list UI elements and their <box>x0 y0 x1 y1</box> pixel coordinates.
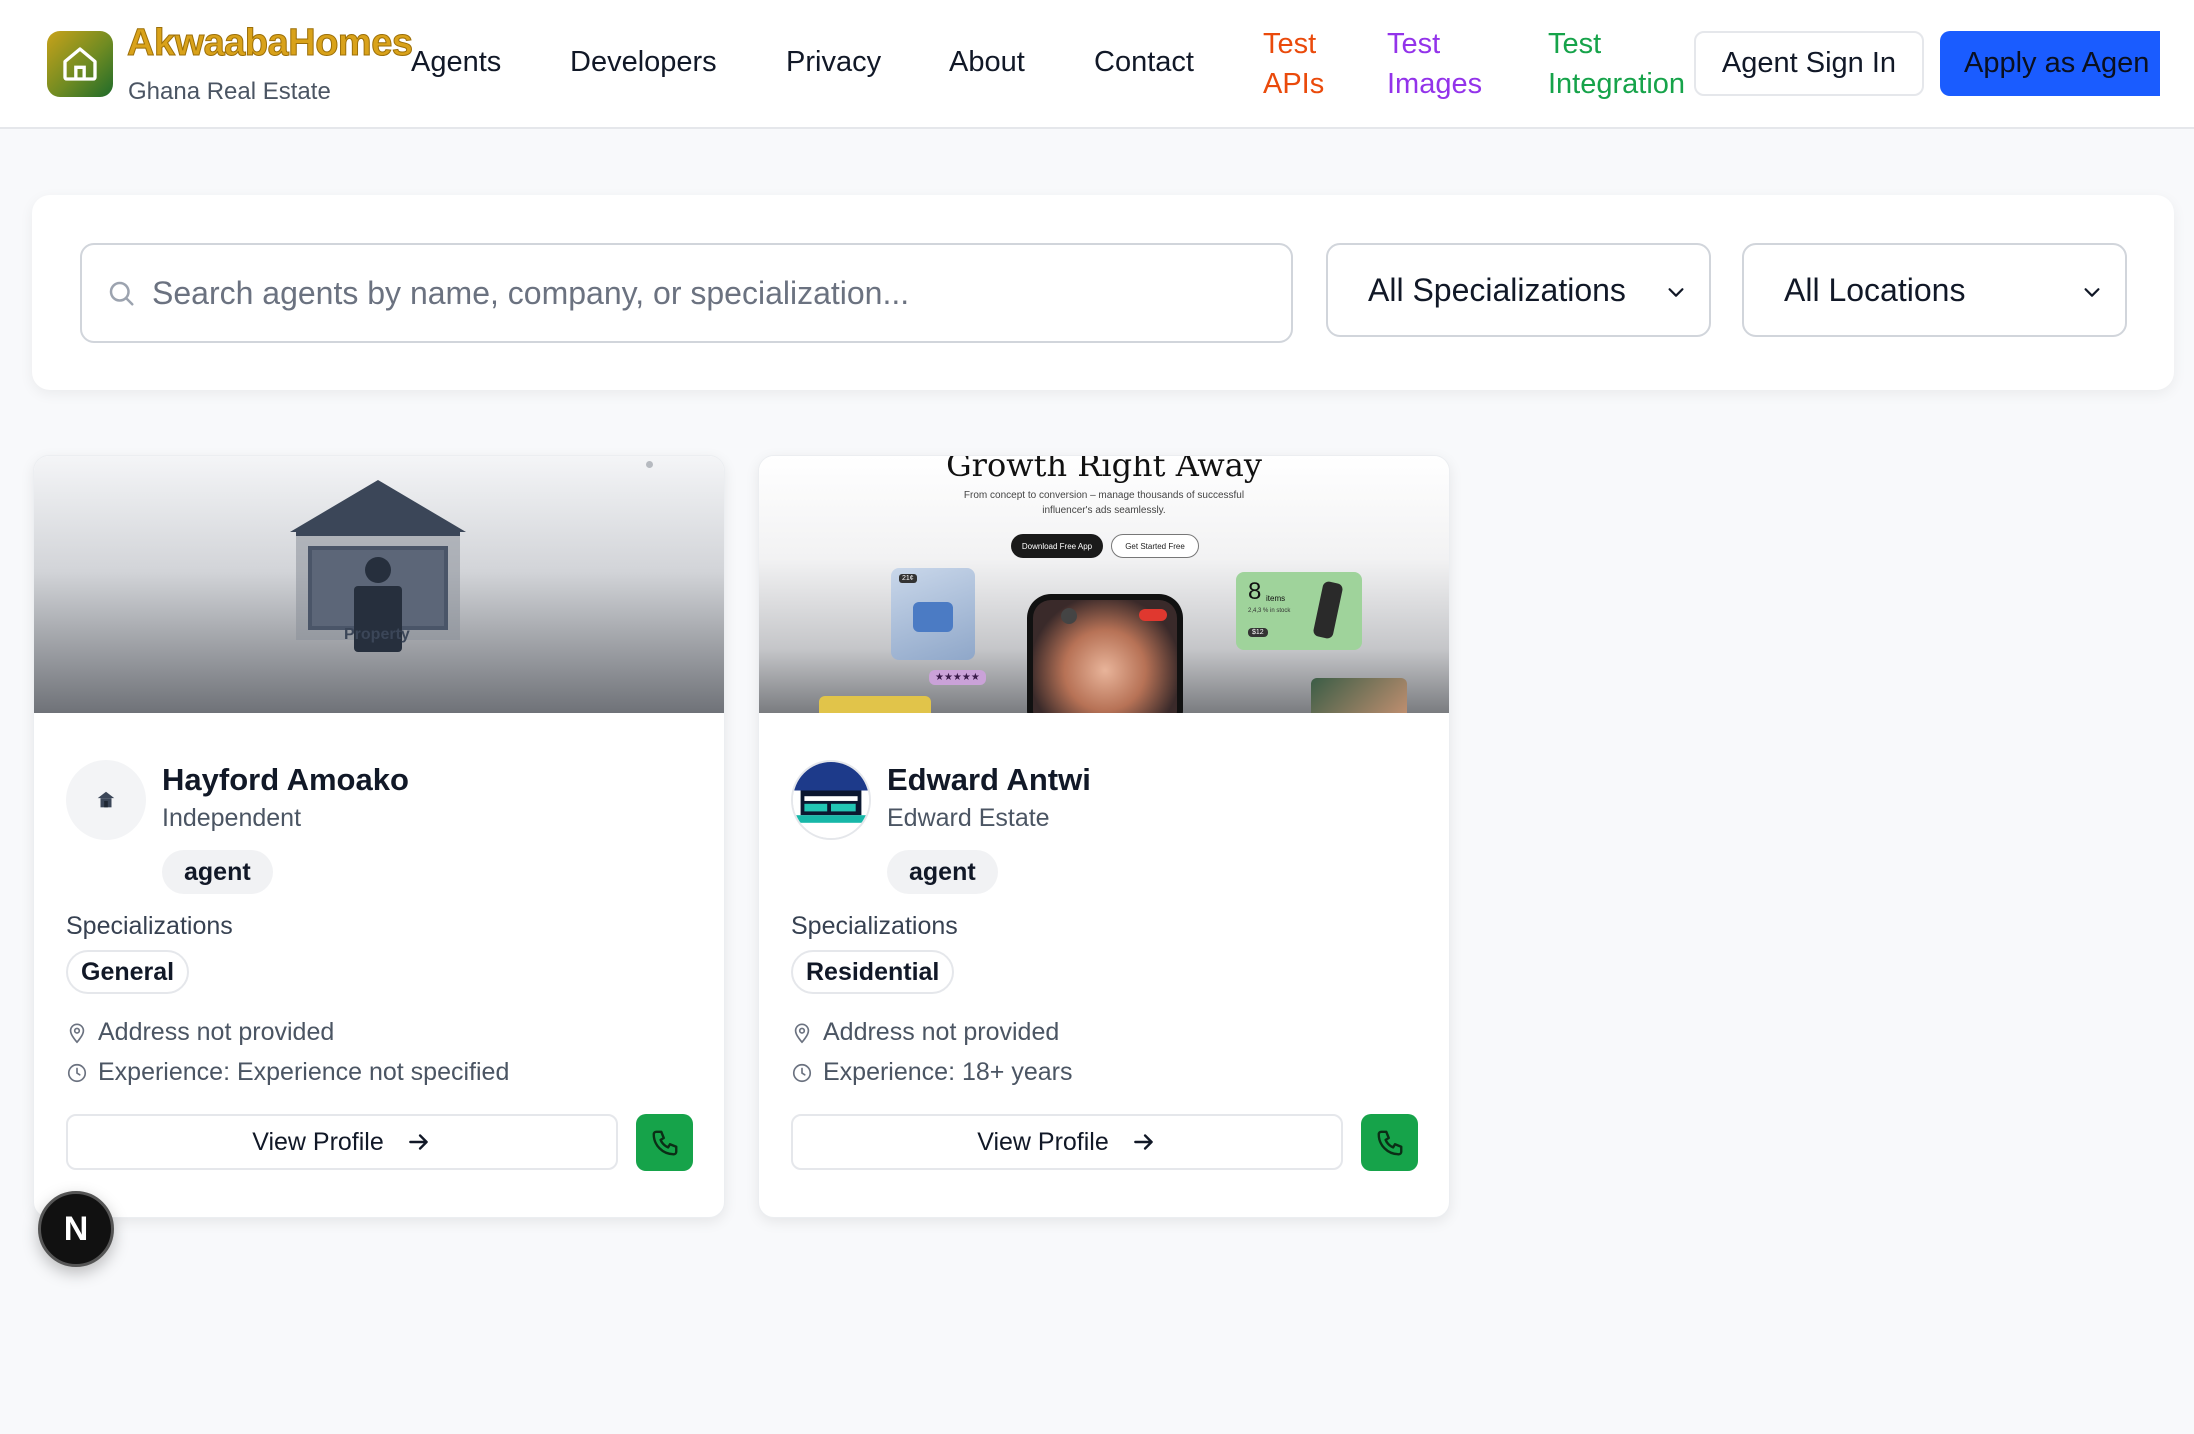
nav-developers[interactable]: Developers <box>570 43 717 82</box>
agent-name[interactable]: Hayford Amoako <box>162 762 409 798</box>
preview-subtext-1: From concept to conversion – manage thou… <box>963 490 1245 501</box>
location-select-value: All Locations <box>1784 271 1966 308</box>
agent-company: Edward Estate <box>887 804 1050 832</box>
preview-product-tile: 21¢ <box>891 568 975 660</box>
clock-icon <box>67 1063 87 1082</box>
specializations-label: Specializations <box>791 912 958 940</box>
arrow-right-icon <box>1133 1134 1153 1150</box>
address-text: Address not provided <box>823 1018 1060 1046</box>
chevron-down-icon <box>1668 288 1684 297</box>
placeholder-label: Property <box>344 626 410 643</box>
preview-live-indicator <box>1139 609 1167 621</box>
specialization-badge: General <box>66 950 190 994</box>
preview-stars: ★★★★★ <box>929 670 986 685</box>
location-pin-icon <box>69 1022 85 1043</box>
clock-icon <box>792 1063 812 1082</box>
preview-items-tile: 8 items 2,4,3 % in stock $12 <box>1236 572 1362 650</box>
agent-card[interactable]: Property Hayford Amoako Independent agen… <box>33 455 725 1218</box>
preview-subtext-2: influencer's ads seamlessly. <box>1042 505 1166 516</box>
experience-text: Experience: Experience not specified <box>98 1058 510 1086</box>
experience-text: Experience: 18+ years <box>823 1058 1073 1086</box>
agent-cover-image: Property <box>34 456 724 713</box>
agent-card[interactable]: Growth Right Away From concept to conver… <box>758 455 1450 1218</box>
address-row: Address not provided <box>66 1018 334 1047</box>
view-profile-button[interactable]: View Profile <box>791 1114 1343 1170</box>
search-icon <box>109 281 134 306</box>
specialization-badge: Residential <box>791 950 955 994</box>
site-header: AkwaabaHomes Ghana Real Estate Agents De… <box>0 0 2194 129</box>
location-pin-icon <box>794 1022 810 1043</box>
nav-test-apis[interactable]: Test APIs <box>1263 24 1324 104</box>
preview-product-shape <box>913 602 953 632</box>
phone-icon <box>1377 1130 1402 1155</box>
nav-privacy[interactable]: Privacy <box>786 43 881 82</box>
carousel-dot <box>646 461 653 468</box>
nav-test-integration[interactable]: Test Integration <box>1548 24 1685 104</box>
nav-test-images-line2: Images <box>1387 68 1483 100</box>
address-row: Address not provided <box>791 1018 1059 1047</box>
preview-get-started-button: Get Started Free <box>1111 534 1199 558</box>
nav-agents[interactable]: Agents <box>411 43 501 82</box>
specialization-select[interactable]: All Specializations <box>1326 243 1711 337</box>
nav-about[interactable]: About <box>949 43 1025 82</box>
preview-items-label: items <box>1266 594 1286 603</box>
search-input[interactable] <box>152 274 1291 312</box>
preview-yellow-tag <box>819 696 931 713</box>
role-badge: agent <box>887 850 998 894</box>
address-text: Address not provided <box>98 1018 335 1046</box>
preview-phone-avatar <box>1061 608 1077 624</box>
preview-bottle-shape <box>1312 580 1344 640</box>
home-icon <box>97 791 115 808</box>
filter-panel: All Specializations All Locations <box>32 195 2174 390</box>
preview-download-button: Download Free App <box>1011 534 1103 558</box>
preview-items-count: 8 <box>1248 578 1262 605</box>
arrow-right-icon <box>408 1134 428 1150</box>
brand-name[interactable]: AkwaabaHomes <box>126 22 413 65</box>
nav-test-images[interactable]: Test Images <box>1387 24 1482 104</box>
view-profile-label: View Profile <box>977 1127 1109 1156</box>
view-profile-label: View Profile <box>252 1127 384 1156</box>
nav-test-integration-line1: Test <box>1548 28 1602 60</box>
avatar <box>791 760 871 840</box>
agent-company: Independent <box>162 804 302 832</box>
logo-mark[interactable] <box>47 31 113 97</box>
experience-row: Experience: 18+ years <box>791 1058 1072 1087</box>
avatar-image <box>793 762 869 838</box>
preview-items-sub: 2,4,3 % in stock <box>1248 608 1291 614</box>
nav-test-apis-line1: Test <box>1263 28 1317 60</box>
agent-sign-in-button[interactable]: Agent Sign In <box>1694 31 1924 96</box>
agent-name[interactable]: Edward Antwi <box>887 762 1091 798</box>
apply-as-agent-button[interactable]: Apply as Agen <box>1940 31 2160 96</box>
search-field[interactable] <box>80 243 1293 343</box>
phone-icon <box>652 1130 677 1155</box>
preview-headline: Growth Right Away <box>946 456 1262 484</box>
preview-mini-badge: 21¢ <box>899 574 917 583</box>
nav-test-images-line1: Test <box>1387 28 1441 60</box>
preview-items-tag: $12 <box>1248 628 1268 637</box>
role-badge: agent <box>162 850 273 894</box>
call-button[interactable] <box>636 1114 693 1171</box>
preview-photo-tile <box>1311 678 1407 713</box>
brand-tagline: Ghana Real Estate <box>128 78 331 105</box>
nav-test-integration-line2: Integration <box>1548 68 1686 100</box>
agent-cover-image: Growth Right Away From concept to conver… <box>759 456 1449 713</box>
home-icon <box>63 47 97 81</box>
call-button[interactable] <box>1361 1114 1418 1171</box>
specializations-label: Specializations <box>66 912 233 940</box>
view-profile-button[interactable]: View Profile <box>66 1114 618 1170</box>
nav-test-apis-line2: APIs <box>1263 68 1325 100</box>
location-select[interactable]: All Locations <box>1742 243 2127 337</box>
avatar <box>66 760 146 840</box>
chevron-down-icon <box>2084 288 2100 297</box>
nav-contact[interactable]: Contact <box>1094 43 1194 82</box>
specialization-select-value: All Specializations <box>1368 271 1626 308</box>
nextjs-dev-indicator[interactable]: N <box>38 1191 114 1267</box>
experience-row: Experience: Experience not specified <box>66 1058 509 1087</box>
